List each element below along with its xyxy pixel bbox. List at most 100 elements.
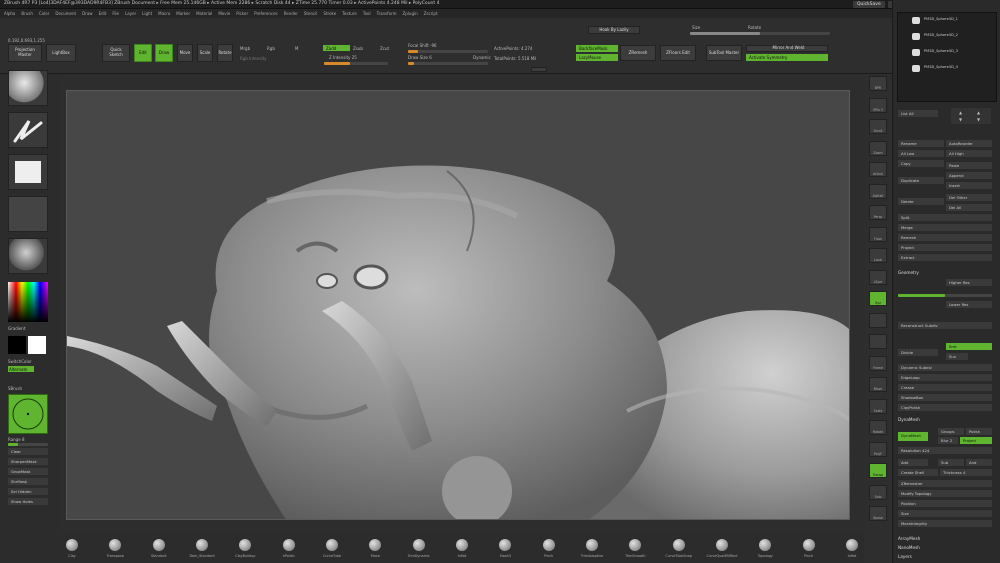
view-tool-button[interactable]: LSym <box>869 269 887 285</box>
view-tool-button[interactable]: Frame <box>869 355 887 371</box>
hook-by-lazily-dropdown[interactable]: Hook By Lazily <box>588 26 640 34</box>
menu-item[interactable]: Zplugin <box>403 11 418 16</box>
delete-button[interactable]: Delete <box>898 198 944 205</box>
show-holes-button[interactable]: Show Holes <box>8 498 48 505</box>
rgb-toggle[interactable]: Rgb <box>267 46 275 51</box>
shadowbox-button[interactable]: ShadowBox <box>898 394 992 401</box>
and-button[interactable]: And <box>966 459 992 466</box>
color-picker[interactable] <box>8 282 48 322</box>
size-button[interactable]: Size <box>898 510 992 517</box>
array-mesh-header[interactable]: ArrayMesh <box>898 536 920 541</box>
clear-mask-button[interactable]: Clear <box>8 448 48 455</box>
focal-shift-slider[interactable] <box>408 50 488 53</box>
groups-toggle[interactable]: Groups <box>938 428 964 435</box>
create-shell-button[interactable]: Create Shell <box>898 469 938 476</box>
quicksave-button[interactable]: QuickSave <box>852 1 885 8</box>
secondary-color-swatch[interactable] <box>28 336 46 354</box>
copy-button[interactable]: Copy <box>898 160 944 167</box>
view-tool-button[interactable]: Solo <box>869 484 887 500</box>
view-tool-button[interactable]: AAHalf <box>869 183 887 199</box>
menu-item[interactable]: Stencil <box>304 11 318 16</box>
main-color-swatch[interactable] <box>8 336 26 354</box>
view-tool-button[interactable]: Zoom <box>869 140 887 156</box>
menu-item[interactable]: Draw <box>82 11 92 16</box>
brush-icon[interactable] <box>846 539 858 551</box>
brush-icon[interactable] <box>282 539 295 551</box>
z-intensity-slider[interactable] <box>324 62 388 65</box>
activate-symmetry-button[interactable]: Activate Symmetry <box>746 54 828 61</box>
subtool-master-button[interactable]: SubTool Master <box>706 45 742 61</box>
project-toggle[interactable]: Project <box>960 437 992 444</box>
mesh-integrity-button[interactable]: MeshIntegrity <box>898 520 992 527</box>
view-tool-button[interactable]: BPR <box>869 76 887 91</box>
arrow-down-icon[interactable]: ▼ <box>959 117 962 122</box>
paste-button[interactable]: Paste <box>946 162 992 169</box>
remesh-button[interactable]: Remesh <box>898 234 992 241</box>
dynamesh-header[interactable]: DynaMesh <box>898 417 920 422</box>
brush-icon[interactable] <box>152 539 165 551</box>
mirror-and-weld-button[interactable]: Mirror And Weld <box>746 45 828 52</box>
select-hidden-button[interactable]: Sel Hidden <box>8 488 48 495</box>
zcut-button[interactable]: Zcut <box>380 46 389 51</box>
m-toggle[interactable]: M <box>295 46 298 51</box>
menu-item[interactable]: Marker <box>176 11 190 16</box>
brush-thumbnail[interactable] <box>8 70 48 106</box>
list-all-button[interactable]: List All <box>898 110 938 117</box>
view-tool-button[interactable]: Local <box>869 248 887 263</box>
reconstruct-subdiv-button[interactable]: Reconstruct Subdiv <box>898 322 992 329</box>
view-tool-button[interactable]: Xyz <box>869 291 887 306</box>
sub-button[interactable]: Sub <box>938 459 964 466</box>
brush-icon[interactable] <box>456 539 468 551</box>
subtool-list[interactable]: PM3D_Sphere3D_1 PM3D_Sphere3D_2 PM3D_Spher… <box>897 12 997 102</box>
lower-res-button[interactable]: Lower Res <box>946 301 992 308</box>
subtool-item[interactable]: PM3D_Sphere3D_4 <box>924 65 958 69</box>
range-slider[interactable] <box>8 443 48 446</box>
merge-button[interactable]: Merge <box>898 224 992 231</box>
divide-button[interactable]: Divide <box>898 349 938 356</box>
smt-toggle[interactable]: Smt <box>946 343 992 350</box>
layers-header[interactable]: Layers <box>898 554 912 559</box>
menu-item[interactable]: Zscript <box>424 11 438 16</box>
menu-item[interactable]: Texture <box>342 11 357 16</box>
view-tool-button[interactable]: Transp <box>869 463 887 478</box>
del-other-button[interactable]: Del Other <box>946 194 992 201</box>
canvas-viewport[interactable] <box>66 90 850 520</box>
zfloors-edit-button[interactable]: ZFloors Edit <box>660 45 696 61</box>
blur-slider[interactable]: Blur 2 <box>938 437 958 444</box>
edit-mode-button[interactable]: Edit <box>134 44 152 62</box>
grow-mask-button[interactable]: GrowMask <box>8 468 48 475</box>
mrgb-toggle[interactable]: Mrgb <box>240 46 250 51</box>
brush-icon[interactable] <box>109 539 122 551</box>
brush-icon[interactable] <box>542 539 555 551</box>
del-all-button[interactable]: Del All <box>946 204 992 211</box>
mask-brush-preview[interactable] <box>8 394 48 434</box>
view-tool-button[interactable]: Scroll <box>869 119 887 134</box>
menu-item[interactable]: Picker <box>236 11 248 16</box>
view-tool-button[interactable] <box>869 334 887 349</box>
lazy-mouse-button[interactable]: LazyMouse <box>576 54 618 61</box>
menu-item[interactable]: Layer <box>125 11 136 16</box>
position-button[interactable]: Position <box>898 500 992 507</box>
brush-icon[interactable] <box>716 539 728 551</box>
alpha-thumbnail[interactable] <box>8 154 48 190</box>
quick-sketch-button[interactable]: Quick Sketch <box>102 44 130 62</box>
add-button[interactable]: Add <box>898 459 928 466</box>
view-tool-button[interactable]: Move <box>869 377 887 392</box>
all-low-button[interactable]: All Low <box>898 150 944 157</box>
brush-icon[interactable] <box>239 539 252 551</box>
menu-item[interactable]: Stroke <box>323 11 336 16</box>
menu-item[interactable]: Color <box>39 11 49 16</box>
suv-toggle[interactable]: Suv <box>946 353 968 360</box>
rgb-intensity-slider[interactable]: Rgb Intensity <box>240 56 267 61</box>
menu-item[interactable]: Brush <box>21 11 33 16</box>
view-tool-button[interactable]: Scale <box>869 398 887 414</box>
arrow-up-icon[interactable]: ▲ <box>959 110 962 115</box>
scale-mode-button[interactable]: Scale <box>197 44 213 62</box>
crease-button[interactable]: Crease <box>898 384 992 391</box>
edge-loop-button[interactable]: EdgeLoop <box>898 374 992 381</box>
all-high-button[interactable]: All High <box>946 150 992 157</box>
zsub-button[interactable]: Zsub <box>353 46 363 51</box>
nano-mesh-header[interactable]: NanoMesh <box>898 545 920 550</box>
menu-item[interactable]: Movie <box>218 11 230 16</box>
lightbox-button[interactable]: LightBox <box>46 44 76 62</box>
